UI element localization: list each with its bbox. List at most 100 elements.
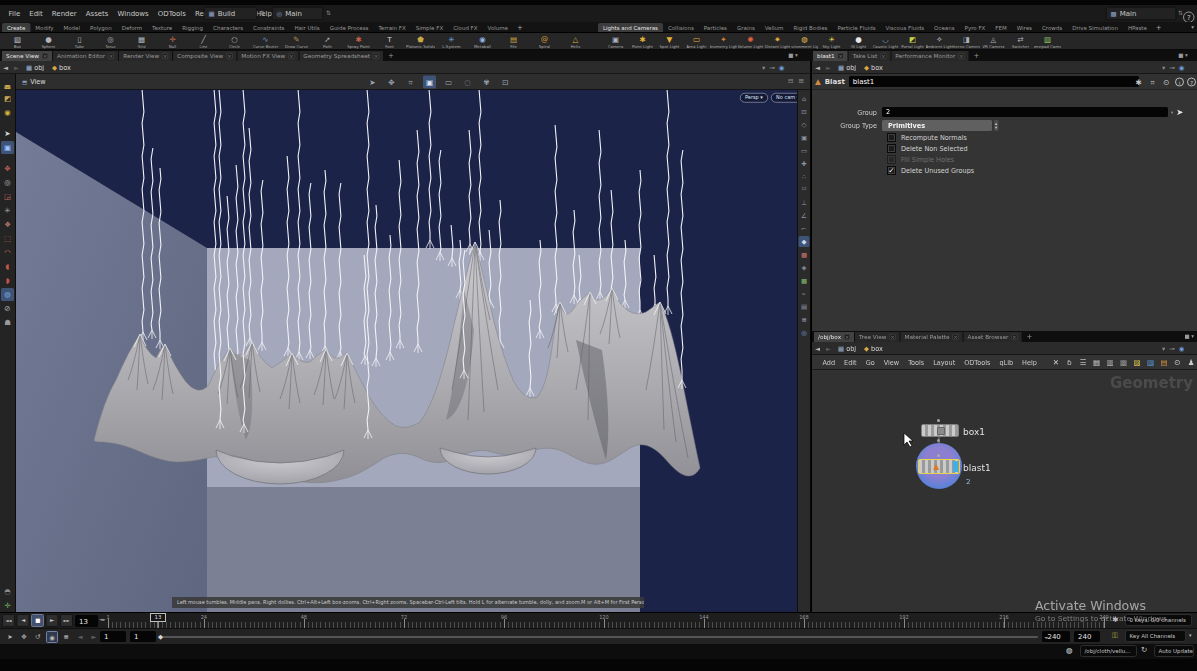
- shelf-add-tab-icon[interactable]: +: [1152, 23, 1166, 31]
- lasso-select-icon[interactable]: ◠: [1, 246, 14, 259]
- shelf-tool-circle[interactable]: ○Circle: [219, 35, 250, 49]
- clipboard-icon[interactable]: ⌗: [1147, 76, 1158, 88]
- pane-tab-motion-fx-view[interactable]: Motion FX View×: [237, 51, 298, 61]
- timeline-ruler[interactable]: 124487296120144168192216240 13: [108, 613, 1104, 629]
- display-options-icon[interactable]: ▭: [442, 76, 455, 89]
- menu-windows[interactable]: Windows: [113, 5, 153, 22]
- frame-nudge-icons[interactable]: ◄►: [99, 617, 106, 622]
- follow-playbar-icon[interactable]: ➤: [4, 631, 16, 643]
- message-icon[interactable]: ◍: [1066, 646, 1073, 655]
- translate-handle-icon[interactable]: ✥: [1, 162, 14, 175]
- pane-tab-render-view[interactable]: Render View×: [119, 51, 172, 61]
- node-box1[interactable]: [921, 424, 959, 437]
- checkbox-delete-unused-groups[interactable]: ✓Delete Unused Groups: [887, 166, 974, 175]
- add-pane-tab-icon[interactable]: +: [384, 52, 398, 60]
- select-mode-icon[interactable]: ➤: [366, 76, 379, 89]
- node-blast1-label[interactable]: blast1: [963, 462, 991, 473]
- shelf-tool-tube[interactable]: ▯Tube: [64, 35, 95, 49]
- pane-tab-blast1[interactable]: blast1×: [813, 51, 848, 61]
- range-end-field2[interactable]: 240: [1074, 631, 1100, 642]
- add-pane-tab-icon[interactable]: +: [969, 52, 983, 60]
- pose-tool-icon[interactable]: ✳: [1, 204, 14, 217]
- badge-icon[interactable]: ɓ: [1065, 356, 1075, 369]
- box-select-icon[interactable]: ⬚: [1, 232, 14, 245]
- scoped-channels-icon[interactable]: ✥: [18, 631, 30, 643]
- flipbook-icon[interactable]: ✾: [480, 76, 493, 89]
- close-tab-icon[interactable]: ×: [889, 334, 895, 340]
- texture-icon[interactable]: ▩: [799, 275, 810, 286]
- audio-icon[interactable]: ◉: [46, 631, 58, 643]
- snap-off-icon[interactable]: ⊘: [1, 302, 14, 315]
- range-end-field[interactable]: ◄240: [1042, 631, 1070, 642]
- snapshot-icon[interactable]: ◉: [1, 106, 14, 119]
- viewport[interactable]: Persp ▾ No cam ▾ Left mouse tumbles. Mid…: [16, 90, 797, 612]
- range-slider-handle[interactable]: ◆: [158, 632, 165, 641]
- checkbox-fill-simple-holes[interactable]: Fill Simple Holes: [887, 155, 954, 164]
- node-box1-label[interactable]: box1: [963, 426, 985, 437]
- go-end-button[interactable]: ►►: [60, 614, 73, 627]
- play-button[interactable]: ►: [46, 614, 59, 627]
- net-menu-view[interactable]: View: [879, 359, 903, 367]
- user-icon[interactable]: ♟: [1186, 356, 1196, 369]
- shelf-tool-grid[interactable]: ▦Grid: [126, 35, 157, 49]
- layout-selector[interactable]: ◎Main: [272, 7, 323, 20]
- grid-layout-icon[interactable]: ▦: [1092, 356, 1102, 369]
- range-start-field[interactable]: 1: [100, 631, 126, 642]
- shelf-tool-volume-light[interactable]: ✺Volume Light: [737, 35, 764, 49]
- range-start-field2[interactable]: 1: [130, 631, 156, 642]
- network-tools-icon[interactable]: ✕: [1051, 356, 1061, 369]
- path-dropdown-icon[interactable]: ▾: [762, 64, 765, 72]
- checkbox-box[interactable]: ✓: [887, 166, 896, 175]
- shelf-tool-gamepad-camera[interactable]: ▥Gamepad Camera: [1034, 35, 1061, 49]
- realtime-toggle-icon[interactable]: ↺: [32, 631, 44, 643]
- menu-edit[interactable]: Edit: [25, 5, 48, 22]
- persp-menu-button[interactable]: Persp ▾: [740, 93, 768, 103]
- current-frame-marker[interactable]: 13: [150, 613, 166, 622]
- shelf-tool-sky-light[interactable]: ☀Sky Light: [818, 35, 845, 49]
- layout-stepper[interactable]: ⇅: [326, 9, 331, 16]
- back-icon[interactable]: ◄: [0, 63, 11, 71]
- shelf-tool-torus[interactable]: ◎Torus: [95, 35, 126, 49]
- shelf-overflow-icon[interactable]: ▾: [1191, 24, 1194, 31]
- net-node-chip[interactable]: ◆box: [860, 344, 887, 352]
- shelf-tool-switcher[interactable]: ⇄Switcher: [1007, 35, 1034, 49]
- go-start-button[interactable]: ◄◄: [2, 614, 15, 627]
- shelf-tool-file[interactable]: ▤File: [498, 35, 529, 49]
- group-type-stepper[interactable]: ▴▾: [994, 120, 998, 131]
- group-field[interactable]: 2: [882, 107, 1168, 117]
- stop-button[interactable]: ■: [31, 614, 44, 627]
- net-pin-icon[interactable]: ⊸: [1169, 345, 1174, 353]
- shelf-tool-helix[interactable]: △Helix: [560, 35, 591, 49]
- net-forward-icon[interactable]: ►: [823, 344, 834, 352]
- right-pane-menu-icon[interactable]: ■ ▾: [1178, 52, 1188, 59]
- next-key-icon[interactable]: ►: [88, 631, 100, 643]
- close-tab-icon[interactable]: ×: [373, 53, 379, 59]
- status-node-path[interactable]: /obj/cloth/vellu...: [1080, 645, 1137, 657]
- tile-layout-icon[interactable]: ▥: [1105, 356, 1115, 369]
- box1-input-dot[interactable]: [937, 419, 940, 422]
- normals-display-icon[interactable]: ⊥: [799, 197, 810, 208]
- range-slider[interactable]: [162, 636, 1038, 638]
- shelf-tool-path[interactable]: ➚Path: [312, 35, 343, 49]
- params-forward-icon[interactable]: ►: [823, 63, 834, 71]
- group-type-dropdown[interactable]: Primitives: [882, 120, 992, 131]
- close-tab-icon[interactable]: ×: [42, 53, 48, 59]
- menu-render[interactable]: Render: [47, 5, 81, 22]
- params-context-chip[interactable]: ▦obj: [834, 63, 860, 71]
- pane-tab-take-list[interactable]: Take List×: [849, 51, 891, 61]
- shelf-tool-line[interactable]: ╱Line: [188, 35, 219, 49]
- checkbox-recompute-normals[interactable]: Recompute Normals: [887, 133, 967, 142]
- scene-lighting-icon[interactable]: ⌁: [799, 288, 810, 299]
- snap-prim-magnet-icon[interactable]: ◗: [1, 274, 14, 287]
- snap-point-icon[interactable]: ◍: [1, 288, 14, 301]
- visualizer-icon[interactable]: ◎: [799, 327, 810, 338]
- shelf-tool-environment-light[interactable]: ◍Environment Light: [791, 35, 818, 49]
- paint-tool-icon[interactable]: ❖: [1, 218, 14, 231]
- shelf-tool-stereo-camera[interactable]: ◨Stereo Camera: [953, 35, 980, 49]
- close-tab-icon[interactable]: ×: [880, 53, 886, 59]
- network-tab-obj-box[interactable]: /obj/box×: [814, 332, 854, 342]
- net-path-dropdown-icon[interactable]: ▾: [1162, 345, 1165, 353]
- checkbox-box[interactable]: [887, 155, 896, 164]
- shelf-tool-portal-light[interactable]: ◩Portal Light: [899, 35, 926, 49]
- network-tab-asset-browser[interactable]: Asset Browser×: [964, 332, 1022, 342]
